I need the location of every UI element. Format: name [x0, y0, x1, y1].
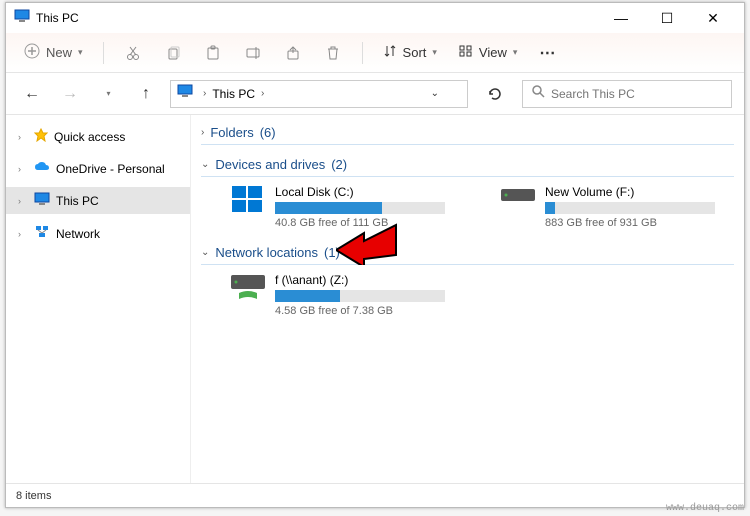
drive-z[interactable]: f (\\anant) (Z:) 4.58 GB free of 7.38 GB: [231, 273, 461, 317]
minimize-button[interactable]: —: [598, 3, 644, 33]
view-button[interactable]: View ▾: [453, 40, 523, 65]
section-count: (1): [324, 245, 340, 260]
star-icon: [34, 128, 48, 145]
chevron-right-icon: ›: [18, 196, 28, 206]
sidebar-item-quick-access[interactable]: › Quick access: [6, 123, 190, 150]
close-button[interactable]: ✕: [690, 3, 736, 33]
drive-name: New Volume (F:): [545, 185, 731, 199]
section-header-devices[interactable]: ⌄ Devices and drives (2): [201, 153, 734, 177]
sidebar-item-label: This PC: [56, 194, 99, 208]
chevron-right-icon: ›: [203, 88, 206, 99]
drive-free: 4.58 GB free of 7.38 GB: [275, 305, 461, 317]
usage-bar: [545, 202, 715, 214]
sort-button[interactable]: Sort ▾: [377, 40, 443, 65]
windows-drive-icon: [231, 185, 265, 215]
chevron-right-icon: ›: [261, 88, 264, 99]
chevron-down-icon: ⌄: [201, 159, 209, 170]
section-header-folders[interactable]: › Folders (6): [201, 121, 734, 145]
copy-button[interactable]: [158, 38, 188, 68]
section-label: Network locations: [215, 245, 318, 260]
refresh-button[interactable]: [478, 80, 512, 108]
explorer-window: This PC — ☐ ✕ New ▾ Sort ▾ View ▾ ⋯: [5, 2, 745, 508]
maximize-button[interactable]: ☐: [644, 3, 690, 33]
address-bar[interactable]: › This PC › ⌄: [170, 80, 468, 108]
titlebar: This PC — ☐ ✕: [6, 3, 744, 33]
navbar: ← → ▾ ↑ › This PC › ⌄: [6, 73, 744, 115]
this-pc-icon: [177, 84, 193, 103]
view-icon: [459, 44, 473, 61]
search-icon: [531, 84, 545, 103]
drive-c[interactable]: Local Disk (C:) 40.8 GB free of 111 GB: [231, 185, 461, 229]
chevron-right-icon: ›: [18, 132, 28, 142]
sidebar-item-this-pc[interactable]: › This PC: [6, 187, 190, 214]
watermark: www.deuaq.com: [666, 503, 744, 514]
toolbar: New ▾ Sort ▾ View ▾ ⋯: [6, 33, 744, 73]
back-button[interactable]: ←: [18, 80, 46, 108]
chevron-down-icon: ▾: [78, 47, 83, 58]
status-bar: 8 items: [6, 483, 744, 507]
share-button[interactable]: [278, 38, 308, 68]
chevron-down-icon: ▾: [513, 47, 518, 58]
chevron-down-icon: ▾: [432, 47, 437, 58]
drive-f[interactable]: New Volume (F:) 883 GB free of 931 GB: [501, 185, 731, 229]
section-count: (2): [331, 157, 347, 172]
sort-icon: [383, 44, 397, 61]
network-drive-icon: [231, 273, 265, 303]
chevron-down-icon: ⌄: [201, 247, 209, 258]
sidebar-item-label: Quick access: [54, 130, 125, 144]
address-dropdown-icon[interactable]: ⌄: [431, 88, 439, 99]
sidebar-item-label: Network: [56, 227, 100, 241]
this-pc-icon: [34, 192, 50, 209]
plus-circle-icon: [24, 43, 40, 62]
network-icon: [34, 225, 50, 242]
chevron-right-icon: ›: [201, 127, 204, 138]
search-input[interactable]: [551, 87, 723, 101]
this-pc-icon: [14, 9, 30, 28]
sidebar-item-label: OneDrive - Personal: [56, 162, 165, 176]
drive-free: 883 GB free of 931 GB: [545, 217, 731, 229]
usage-bar: [275, 290, 445, 302]
rename-button[interactable]: [238, 38, 268, 68]
usage-bar: [275, 202, 445, 214]
content-pane: › Folders (6) ⌄ Devices and drives (2): [191, 115, 744, 483]
delete-button[interactable]: [318, 38, 348, 68]
body: › Quick access › OneDrive - Personal › T…: [6, 115, 744, 483]
section-count: (6): [260, 125, 276, 140]
section-devices: ⌄ Devices and drives (2) Local Disk (C:)…: [201, 153, 734, 233]
chevron-right-icon: ›: [18, 229, 28, 239]
more-button[interactable]: ⋯: [533, 38, 563, 68]
new-button[interactable]: New ▾: [18, 39, 89, 66]
sidebar: › Quick access › OneDrive - Personal › T…: [6, 115, 191, 483]
section-network-locations: ⌄ Network locations (1) f (\\anant) (Z:)…: [201, 241, 734, 321]
search-box[interactable]: [522, 80, 732, 108]
refresh-icon: [487, 86, 503, 102]
drive-free: 40.8 GB free of 111 GB: [275, 217, 461, 229]
cloud-icon: [34, 161, 50, 176]
hdd-icon: [501, 185, 535, 215]
window-title: This PC: [36, 11, 79, 25]
drive-name: f (\\anant) (Z:): [275, 273, 461, 287]
sidebar-item-network[interactable]: › Network: [6, 220, 190, 247]
recent-button[interactable]: ▾: [94, 80, 122, 108]
section-label: Devices and drives: [215, 157, 325, 172]
section-label: Folders: [210, 125, 253, 140]
chevron-right-icon: ›: [18, 164, 28, 174]
section-header-network[interactable]: ⌄ Network locations (1): [201, 241, 734, 265]
forward-button[interactable]: →: [56, 80, 84, 108]
sidebar-item-onedrive[interactable]: › OneDrive - Personal: [6, 156, 190, 181]
drive-name: Local Disk (C:): [275, 185, 461, 199]
breadcrumb-root[interactable]: This PC: [212, 87, 255, 101]
section-folders: › Folders (6): [201, 121, 734, 145]
cut-button[interactable]: [118, 38, 148, 68]
status-items: 8 items: [16, 490, 51, 502]
up-button[interactable]: ↑: [132, 80, 160, 108]
paste-button[interactable]: [198, 38, 228, 68]
